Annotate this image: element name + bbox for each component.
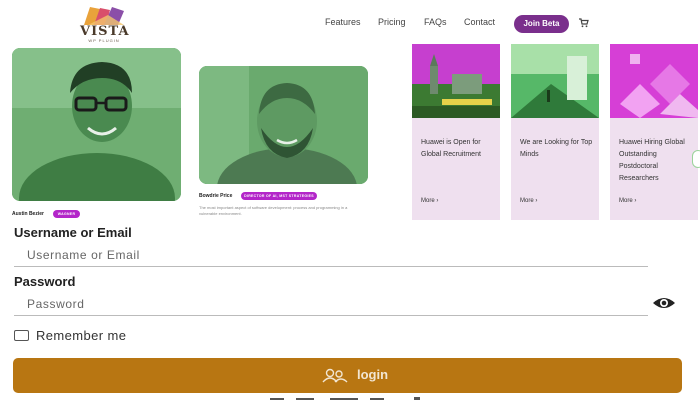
side-tab[interactable]	[692, 150, 700, 168]
username-input[interactable]	[14, 243, 648, 266]
news-title: We are Looking for Top Minds	[520, 139, 593, 158]
join-beta-button[interactable]: Join Beta	[514, 15, 569, 33]
remember-checkbox[interactable]	[14, 330, 29, 341]
site-header: VISTA WP PLUGIN Features Pricing FAQs Co…	[0, 0, 700, 46]
person-photo	[199, 66, 368, 184]
news-card[interactable]: We are Looking for Top Minds More ›	[511, 44, 599, 220]
news-title: Huawei is Open for Global Recruitment	[421, 139, 481, 158]
person-card[interactable]: Bowdrie Price DIRECTOR OF AI, MST STRATE…	[194, 46, 410, 222]
news-more-link[interactable]: More ›	[421, 198, 438, 204]
username-field[interactable]	[14, 243, 648, 267]
eye-icon[interactable]	[652, 296, 676, 310]
news-image	[610, 44, 698, 118]
password-input[interactable]	[14, 292, 648, 315]
users-icon	[322, 368, 348, 383]
nav-pricing[interactable]: Pricing	[378, 17, 406, 27]
username-label: Username or Email	[14, 225, 132, 240]
news-more-link[interactable]: More ›	[619, 198, 636, 204]
person-description: The most important aspect of software de…	[199, 205, 348, 216]
bottom-cutoff	[270, 397, 420, 400]
news-image	[511, 44, 599, 118]
person-photo	[12, 48, 181, 201]
password-label: Password	[14, 274, 76, 289]
password-field[interactable]	[14, 292, 648, 316]
news-title: Huawei Hiring Global Outstanding Postdoc…	[619, 139, 685, 182]
nav-contact[interactable]: Contact	[464, 17, 495, 27]
person-tag: DIRECTOR OF AI, MST STRATEGIES	[241, 192, 317, 200]
vista-logo[interactable]: VISTA WP PLUGIN	[80, 5, 130, 43]
person-name: Bowdrie Price	[199, 193, 233, 199]
logo-text: VISTA	[80, 24, 130, 39]
news-image	[412, 44, 500, 118]
person-name: Austin Bezier	[12, 211, 44, 217]
login-page: VISTA WP PLUGIN Features Pricing FAQs Co…	[0, 0, 700, 400]
logo-subtitle: WP PLUGIN	[88, 38, 120, 43]
login-button[interactable]: login	[13, 358, 682, 393]
login-label: login	[357, 367, 389, 382]
person-tag: WAGNER	[53, 210, 80, 218]
news-more-link[interactable]: More ›	[520, 198, 537, 204]
cart-icon[interactable]	[579, 18, 589, 28]
nav-faqs[interactable]: FAQs	[424, 17, 447, 27]
remember-label[interactable]: Remember me	[36, 328, 126, 343]
person-card[interactable]: Austin Bezier WAGNER	[0, 46, 194, 222]
news-card[interactable]: Huawei is Open for Global Recruitment Mo…	[412, 44, 500, 220]
news-card[interactable]: Huawei Hiring Global Outstanding Postdoc…	[610, 44, 698, 220]
nav-features[interactable]: Features	[325, 17, 361, 27]
